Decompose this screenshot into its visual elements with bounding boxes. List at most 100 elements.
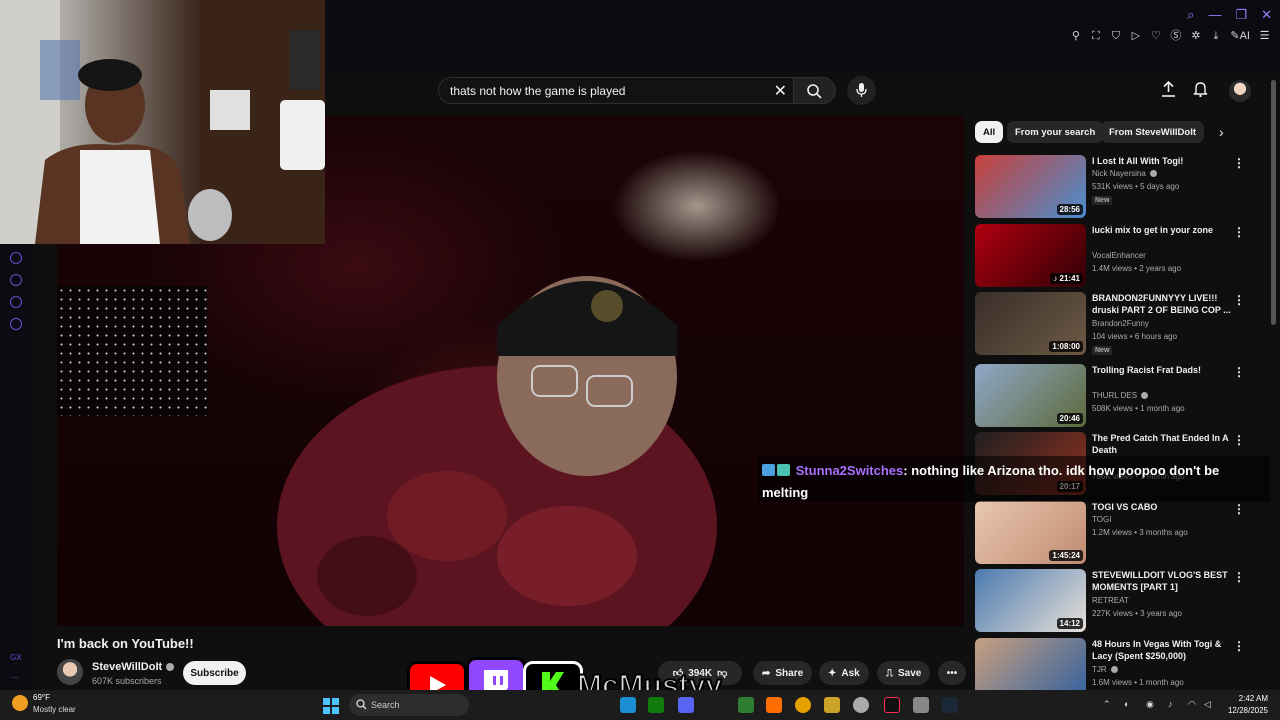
video-title[interactable]: BRANDON2FUNNYYY LIVE!!! druski PART 2 OF…: [1092, 292, 1232, 316]
ai-button[interactable]: ✎AI: [1230, 30, 1250, 42]
tray-icon[interactable]: ◉: [1146, 699, 1154, 710]
recommendation-item[interactable]: 28:56 I Lost It All With Togi! Nick Nayers…: [975, 155, 1265, 219]
more-options-icon[interactable]: ⋮: [1233, 156, 1245, 170]
excel-app-icon[interactable]: [738, 697, 754, 713]
upload-icon[interactable]: [1161, 81, 1176, 97]
channel-name[interactable]: TJR: [1092, 665, 1118, 674]
video-title[interactable]: STEVEWILLDOIT VLOG'S BEST MOMENTS [PART …: [1092, 569, 1232, 593]
menu-icon[interactable]: ☰: [1259, 30, 1270, 42]
video-thumbnail[interactable]: 1:45:24: [975, 501, 1086, 564]
wifi-icon[interactable]: ◠: [1188, 699, 1196, 710]
voice-search-button[interactable]: [847, 76, 876, 105]
start-button[interactable]: [323, 698, 339, 714]
download-icon[interactable]: ⤓: [1210, 30, 1221, 42]
player-icon[interactable]: [10, 252, 22, 264]
more-options-icon[interactable]: ⋮: [1233, 433, 1245, 447]
play-icon[interactable]: ▷: [1130, 30, 1141, 42]
recommendation-item[interactable]: ♪ 21:41 lucki mix to get in your zone Voca…: [975, 224, 1265, 288]
discord-app-icon[interactable]: [678, 697, 694, 713]
channel-name[interactable]: TOGI: [1092, 515, 1111, 524]
recommendation-item[interactable]: 14:12 STEVEWILLDOIT VLOG'S BEST MOMENTS […: [975, 569, 1265, 633]
channel-name[interactable]: Nick Nayersina: [1092, 169, 1157, 178]
video-duration: 1:08:00: [1049, 341, 1083, 352]
chat-overlay: Stunna2Switches: nothing like Arizona th…: [758, 456, 1270, 502]
chevron-right-icon[interactable]: ›: [1219, 124, 1224, 140]
ask-button[interactable]: ✦ Ask: [819, 661, 869, 685]
chrome-app-icon[interactable]: [795, 697, 811, 713]
clear-search-icon[interactable]: ✕: [774, 81, 787, 101]
video-title[interactable]: Trolling Racist Frat Dads!: [1092, 364, 1232, 376]
heart-icon[interactable]: ♡: [1150, 30, 1161, 42]
more-actions-button[interactable]: •••: [938, 661, 966, 685]
tiktok-app-icon[interactable]: [884, 697, 900, 713]
notifications-bell-icon[interactable]: [1193, 81, 1208, 97]
tray-icon[interactable]: ◐: [1124, 699, 1129, 709]
extensions-bar: ⚲ ⛶ ⛉ ▷ ♡ Ⓢ ✲ ⤓ ✎AI ☰: [1070, 30, 1270, 42]
video-thumbnail[interactable]: 28:56: [975, 155, 1086, 218]
channel-avatar[interactable]: [57, 659, 83, 685]
snapshot-icon[interactable]: ⛶: [1090, 30, 1101, 42]
recommendation-item[interactable]: 1:45:24 TOGI VS CABO TOGI 1.2M views • 3 mo…: [975, 501, 1265, 565]
video-meta: 508K views • 1 month ago: [1092, 404, 1185, 413]
s-extension-icon[interactable]: Ⓢ: [1170, 30, 1181, 42]
more-options-icon[interactable]: ⋮: [1233, 225, 1245, 239]
verified-icon: [1141, 392, 1149, 400]
subscriber-count: 607K subscribers: [92, 676, 162, 686]
video-thumbnail[interactable]: 1:08:00: [975, 292, 1086, 355]
minimize-icon[interactable]: —: [1208, 8, 1221, 22]
recommendation-item[interactable]: 1:08:00 BRANDON2FUNNYYY LIVE!!! druski PA…: [975, 292, 1265, 356]
microphone-icon[interactable]: ♪: [1168, 699, 1173, 709]
search-input[interactable]: thats not how the game is played ✕: [438, 77, 794, 104]
settings-app-icon[interactable]: [913, 697, 929, 713]
chip-from-channel[interactable]: From SteveWillDoIt: [1101, 121, 1205, 143]
video-title[interactable]: 48 Hours In Vegas With Togi & Lacy (Spen…: [1092, 638, 1232, 662]
steam-app-icon[interactable]: [942, 697, 958, 713]
channel-name[interactable]: SteveWillDoIt: [92, 661, 175, 673]
app-icon[interactable]: [853, 697, 869, 713]
recommendation-item[interactable]: 20:46 Trolling Racist Frat Dads! THURL DES…: [975, 364, 1265, 428]
channel-name[interactable]: VocalEnhancer: [1092, 251, 1146, 260]
chip-from-your-search[interactable]: From your search: [1007, 121, 1104, 143]
shield-icon[interactable]: ⛉: [1110, 30, 1121, 42]
sidebar-more[interactable]: ...: [11, 670, 19, 680]
save-button[interactable]: ⎍ Save: [877, 661, 931, 685]
more-options-icon[interactable]: ⋮: [1233, 502, 1245, 516]
channel-name[interactable]: THURL DES: [1092, 391, 1149, 400]
channel-name[interactable]: Brandon2Funny: [1092, 319, 1149, 328]
app-icon[interactable]: [824, 697, 840, 713]
video-thumbnail[interactable]: 20:46: [975, 364, 1086, 427]
video-title[interactable]: I Lost It All With Togi!: [1092, 155, 1232, 167]
video-thumbnail[interactable]: 14:12: [975, 569, 1086, 632]
more-options-icon[interactable]: ⋮: [1233, 365, 1245, 379]
extensions-icon[interactable]: [10, 296, 22, 308]
more-options-icon[interactable]: ⋮: [1233, 639, 1245, 653]
volume-icon[interactable]: ◁: [1204, 699, 1211, 710]
app-icon[interactable]: [766, 697, 782, 713]
search-icon[interactable]: ⌕: [1187, 8, 1194, 22]
chip-all[interactable]: All: [975, 121, 1004, 143]
channel-name[interactable]: RETREAT: [1092, 596, 1129, 605]
taskbar-search[interactable]: Search: [349, 694, 469, 716]
xbox-app-icon[interactable]: [648, 697, 664, 713]
history-icon[interactable]: [10, 274, 22, 286]
maximize-icon[interactable]: ❐: [1235, 8, 1247, 22]
video-thumbnail[interactable]: ♪ 21:41: [975, 224, 1086, 287]
settings-icon[interactable]: [10, 318, 22, 330]
clock[interactable]: 2:42 AM 12/28/2025: [1228, 693, 1268, 717]
weather-icon[interactable]: [12, 695, 28, 711]
more-options-icon[interactable]: ⋮: [1233, 570, 1245, 584]
pin-icon[interactable]: ⚲: [1070, 30, 1081, 42]
edge-app-icon[interactable]: [620, 697, 636, 713]
video-duration: 20:46: [1056, 413, 1083, 424]
video-title[interactable]: lucki mix to get in your zone: [1092, 224, 1232, 236]
video-title[interactable]: The Pred Catch That Ended In A Death: [1092, 432, 1232, 456]
chevron-up-icon[interactable]: ⌃: [1103, 699, 1111, 710]
subscribe-button[interactable]: Subscribe: [183, 661, 246, 685]
more-options-icon[interactable]: ⋮: [1233, 293, 1245, 307]
account-avatar[interactable]: [1229, 80, 1251, 102]
search-button[interactable]: [794, 77, 836, 104]
puzzle-icon[interactable]: ✲: [1190, 30, 1201, 42]
share-button[interactable]: ➦ Share: [753, 661, 813, 685]
close-icon[interactable]: ✕: [1261, 8, 1272, 22]
scrollbar[interactable]: [1271, 80, 1276, 325]
